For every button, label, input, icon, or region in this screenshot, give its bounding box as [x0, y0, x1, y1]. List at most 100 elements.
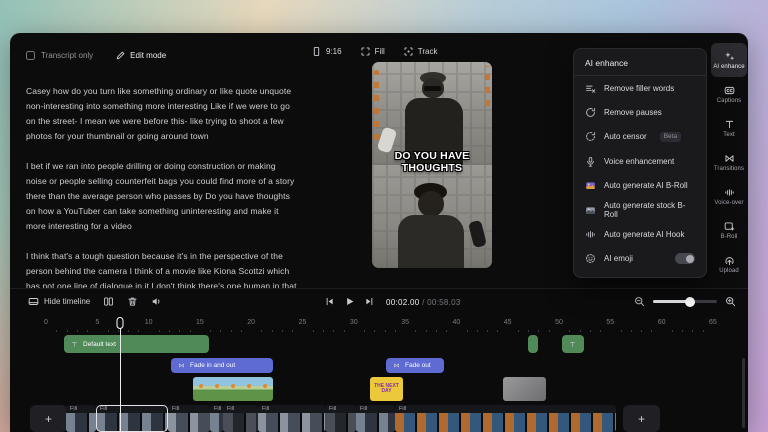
ruler-number: 50	[555, 319, 563, 326]
ruler-tick	[67, 330, 68, 332]
add-clip-button-right[interactable]: +	[623, 405, 660, 432]
film-clip-selected[interactable]: Fill	[96, 405, 168, 432]
film-clip-label: Fill	[258, 405, 325, 413]
zoom-slider[interactable]	[653, 300, 717, 303]
ai-item-auto-generate-stock-b-roll[interactable]: Auto generate stock B-Roll	[574, 198, 706, 222]
transcript-paragraph[interactable]: Casey how do you turn like something ord…	[26, 84, 298, 144]
ruler-tick	[344, 330, 345, 332]
zoom-in-icon[interactable]	[725, 296, 736, 307]
play-button[interactable]	[344, 296, 355, 307]
film-clip[interactable]: Fill	[66, 405, 96, 432]
sidebar-item-voice-over[interactable]: Voice-over	[711, 179, 747, 213]
film-clip[interactable]: Fill	[210, 405, 223, 432]
sidebar-item-b-roll[interactable]: B-Roll	[711, 213, 747, 247]
film-clip-frames	[258, 413, 325, 432]
ruler-tick	[210, 330, 211, 332]
ruler-tick	[467, 330, 468, 332]
ruler-tick	[518, 330, 519, 332]
ai-item-label: AI emoji	[604, 254, 633, 263]
film-clip[interactable]: Fill	[395, 405, 616, 432]
film-clip-label: Fill	[395, 405, 616, 413]
track-button[interactable]: Track	[399, 44, 442, 59]
ai-item-label: Auto generate stock B-Roll	[604, 201, 695, 219]
layout-columns-button[interactable]	[103, 296, 114, 307]
film-clip-frames	[395, 413, 616, 432]
edit-mode-label: Edit mode	[130, 51, 166, 60]
film-clip-frames	[96, 413, 168, 432]
ruler-tick	[313, 330, 314, 332]
film-clip-frames	[356, 413, 395, 432]
ruler-tick	[261, 330, 262, 332]
hide-timeline-button[interactable]: Hide timeline	[28, 296, 90, 307]
current-time: 00:02.00	[386, 298, 420, 307]
aspect-ratio-button[interactable]: 9:16	[307, 44, 346, 59]
transcript-only-label: Transcript only	[41, 51, 93, 60]
transcript-only-checkbox[interactable]	[26, 51, 35, 60]
scrollbar[interactable]	[742, 358, 745, 428]
video-preview[interactable]: DO YOU HAVE THOUGHTS	[372, 62, 492, 268]
delete-button[interactable]	[127, 296, 138, 307]
ai-item-label: Remove filler words	[604, 84, 674, 93]
captions-icon	[724, 85, 735, 96]
ai-emoji-toggle[interactable]	[675, 253, 695, 264]
text-clip[interactable]	[528, 335, 538, 353]
skip-forward-button[interactable]	[364, 296, 375, 307]
timeline-toolbar-left: Hide timeline	[28, 296, 162, 307]
broll-thumb-landscape[interactable]	[193, 377, 273, 401]
sidebar-item-ai-enhance[interactable]: AI enhance	[711, 43, 747, 77]
sidebar-item-captions[interactable]: Captions	[711, 77, 747, 111]
film-clip-frames	[325, 413, 356, 432]
film-clip[interactable]: Fill	[223, 405, 258, 432]
ai-item-auto-generate-ai-b-roll[interactable]: Auto generate AI B-Roll	[574, 174, 706, 198]
ruler-tick	[231, 330, 232, 332]
transcript-body: Casey how do you turn like something ord…	[26, 84, 298, 309]
ruler-tick	[415, 330, 416, 332]
broll-thumb-next-day[interactable]: THE NEXT DAY	[370, 377, 403, 401]
film-clip[interactable]: Fill	[325, 405, 356, 432]
skip-back-button[interactable]	[324, 296, 335, 307]
ruler-number: 30	[350, 319, 358, 326]
zoom-out-icon[interactable]	[634, 296, 645, 307]
film-clip[interactable]: Fill	[168, 405, 210, 432]
text-clip-default-text[interactable]: Default text	[64, 335, 209, 353]
ai-item-auto-censor[interactable]: Auto censorBeta	[574, 125, 706, 149]
sidebar-item-label: AI enhance	[713, 64, 744, 70]
ruler-tick	[292, 330, 293, 332]
edit-mode-button[interactable]: Edit mode	[115, 50, 166, 61]
ai-item-auto-generate-ai-hook[interactable]: Auto generate AI Hook	[574, 222, 706, 246]
video-frame-bottom-speaker	[372, 165, 492, 268]
sidebar-item-text[interactable]: Text	[711, 111, 747, 145]
ai-item-label: Voice enhancement	[604, 157, 674, 166]
transition-clip-fade-out[interactable]: Fade out	[386, 358, 444, 373]
text-clip[interactable]	[562, 335, 584, 353]
ai-item-ai-emoji[interactable]: AI emoji	[574, 247, 706, 271]
orange-lights-left	[374, 70, 379, 140]
sidebar-item-upload[interactable]: Upload	[711, 247, 747, 281]
zoom-slider-thumb[interactable]	[685, 297, 695, 307]
voice-over-icon	[724, 187, 735, 198]
aspect-ratio-icon	[311, 46, 322, 57]
playhead-line	[120, 320, 121, 432]
transcript-panel: Transcript only Edit mode Casey how do y…	[10, 33, 305, 288]
transition-clip-fade-in-and-out[interactable]: Fade in and out	[171, 358, 273, 373]
mute-button[interactable]	[151, 296, 162, 307]
ai-enhance-icon	[724, 51, 735, 62]
ai-item-voice-enhancement[interactable]: Voice enhancement	[574, 149, 706, 173]
add-clip-button-left[interactable]: +	[30, 405, 67, 432]
ruler-tick	[426, 330, 427, 332]
transcript-paragraph[interactable]: I bet if we ran into people drilling or …	[26, 159, 298, 234]
ai-item-remove-pauses[interactable]: Remove pauses	[574, 100, 706, 124]
ai-emoji-icon	[585, 253, 596, 264]
fill-button-label: Fill	[375, 47, 385, 56]
ai-item-remove-filler-words[interactable]: Remove filler words	[574, 76, 706, 100]
transitions-icon	[178, 362, 185, 369]
film-clip[interactable]: Fill	[258, 405, 325, 432]
broll-thumb-gray[interactable]	[503, 377, 546, 401]
ruler-number: 20	[247, 319, 255, 326]
fill-button[interactable]: Fill	[356, 44, 389, 59]
ruler-tick	[374, 330, 375, 332]
aspect-ratio-button-label: 9:16	[326, 47, 342, 56]
playhead-handle[interactable]	[117, 317, 124, 329]
film-clip[interactable]: Fill	[356, 405, 395, 432]
sidebar-item-transitions[interactable]: Transitions	[711, 145, 747, 179]
